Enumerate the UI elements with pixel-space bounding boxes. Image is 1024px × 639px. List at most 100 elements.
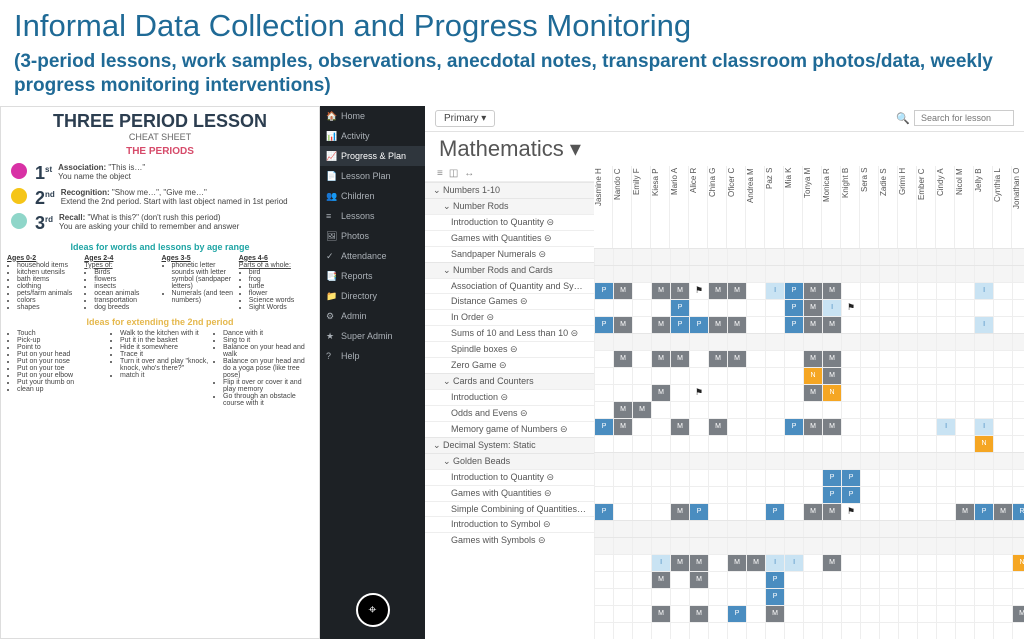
lesson-row[interactable]: Odds and Evens ⊝: [425, 405, 594, 421]
progress-cell[interactable]: [613, 606, 632, 622]
progress-cell[interactable]: M: [822, 555, 841, 571]
progress-cell[interactable]: [708, 572, 727, 588]
progress-cell[interactable]: M: [955, 504, 974, 520]
progress-cell[interactable]: [594, 300, 613, 316]
progress-cell[interactable]: [898, 606, 917, 622]
progress-cell[interactable]: M: [651, 606, 670, 622]
progress-cell[interactable]: [784, 606, 803, 622]
progress-cell[interactable]: [746, 470, 765, 486]
progress-cell[interactable]: [841, 623, 860, 639]
student-header[interactable]: Kiesa P: [651, 166, 670, 248]
progress-cell[interactable]: [974, 470, 993, 486]
sidebar-item-home[interactable]: 🏠 Home: [320, 106, 425, 126]
progress-cell[interactable]: [898, 504, 917, 520]
progress-cell[interactable]: M: [803, 419, 822, 435]
progress-cell[interactable]: [917, 504, 936, 520]
progress-cell[interactable]: [784, 470, 803, 486]
progress-cell[interactable]: P: [841, 470, 860, 486]
progress-cell[interactable]: [898, 589, 917, 605]
progress-cell[interactable]: [898, 436, 917, 452]
progress-cell[interactable]: [917, 555, 936, 571]
progress-cell[interactable]: [708, 555, 727, 571]
progress-cell[interactable]: [917, 317, 936, 333]
progress-cell[interactable]: [613, 436, 632, 452]
student-header[interactable]: Grimi H: [898, 166, 917, 248]
progress-cell[interactable]: [841, 504, 860, 520]
student-header[interactable]: Paz S: [765, 166, 784, 248]
section-row[interactable]: ⌄ Numbers 1-10: [425, 182, 594, 198]
section-row[interactable]: ⌄ Decimal System: Static: [425, 437, 594, 453]
progress-cell[interactable]: [955, 572, 974, 588]
progress-cell[interactable]: [708, 589, 727, 605]
progress-cell[interactable]: P: [784, 283, 803, 299]
progress-cell[interactable]: I: [765, 283, 784, 299]
progress-cell[interactable]: [784, 436, 803, 452]
progress-cell[interactable]: [841, 368, 860, 384]
progress-cell[interactable]: [651, 470, 670, 486]
progress-cell[interactable]: [594, 555, 613, 571]
progress-cell[interactable]: [860, 572, 879, 588]
progress-cell[interactable]: [993, 606, 1012, 622]
progress-cell[interactable]: [803, 606, 822, 622]
progress-cell[interactable]: N: [803, 368, 822, 384]
progress-cell[interactable]: [689, 623, 708, 639]
student-header[interactable]: Jonathan O: [1012, 166, 1024, 248]
student-header[interactable]: Nando C: [613, 166, 632, 248]
progress-cell[interactable]: [594, 589, 613, 605]
progress-cell[interactable]: [594, 385, 613, 401]
sidebar-item-admin[interactable]: ⚙ Admin: [320, 306, 425, 326]
sidebar-item-reports[interactable]: 📑 Reports: [320, 266, 425, 286]
student-header[interactable]: China G: [708, 166, 727, 248]
progress-cell[interactable]: [670, 589, 689, 605]
lesson-row[interactable]: Introduction to Symbol ⊝: [425, 516, 594, 532]
progress-cell[interactable]: M: [727, 555, 746, 571]
progress-cell[interactable]: [1012, 351, 1024, 367]
progress-cell[interactable]: [1012, 589, 1024, 605]
progress-cell[interactable]: [632, 470, 651, 486]
progress-cell[interactable]: [708, 402, 727, 418]
progress-cell[interactable]: [594, 368, 613, 384]
lesson-row[interactable]: Zero Game ⊝: [425, 357, 594, 373]
sidebar-item-attendance[interactable]: ✓ Attendance: [320, 246, 425, 266]
progress-cell[interactable]: [689, 300, 708, 316]
lesson-row[interactable]: Sums of 10 and Less than 10 ⊝: [425, 325, 594, 341]
student-header[interactable]: Monica R: [822, 166, 841, 248]
progress-cell[interactable]: [708, 368, 727, 384]
progress-cell[interactable]: [841, 419, 860, 435]
progress-cell[interactable]: [632, 283, 651, 299]
progress-cell[interactable]: [879, 470, 898, 486]
progress-cell[interactable]: [860, 419, 879, 435]
progress-cell[interactable]: [993, 589, 1012, 605]
progress-cell[interactable]: [613, 589, 632, 605]
progress-cell[interactable]: [689, 402, 708, 418]
progress-cell[interactable]: [708, 504, 727, 520]
progress-cell[interactable]: [898, 572, 917, 588]
progress-cell[interactable]: [917, 572, 936, 588]
progress-cell[interactable]: [898, 623, 917, 639]
progress-cell[interactable]: [784, 487, 803, 503]
progress-cell[interactable]: P: [689, 504, 708, 520]
progress-cell[interactable]: [746, 283, 765, 299]
progress-cell[interactable]: [917, 419, 936, 435]
progress-cell[interactable]: P: [670, 317, 689, 333]
progress-cell[interactable]: [860, 487, 879, 503]
progress-cell[interactable]: [689, 589, 708, 605]
progress-cell[interactable]: [936, 504, 955, 520]
progress-cell[interactable]: [841, 351, 860, 367]
progress-cell[interactable]: [841, 436, 860, 452]
progress-cell[interactable]: P: [594, 317, 613, 333]
progress-cell[interactable]: [860, 589, 879, 605]
progress-cell[interactable]: [822, 589, 841, 605]
progress-cell[interactable]: I: [974, 283, 993, 299]
lesson-row[interactable]: Distance Games ⊝: [425, 293, 594, 309]
progress-cell[interactable]: [917, 487, 936, 503]
student-header[interactable]: Alice R: [689, 166, 708, 248]
progress-cell[interactable]: [765, 623, 784, 639]
progress-cell[interactable]: [784, 402, 803, 418]
progress-cell[interactable]: M: [689, 555, 708, 571]
progress-cell[interactable]: [803, 487, 822, 503]
progress-cell[interactable]: M: [670, 419, 689, 435]
student-header[interactable]: Emily F: [632, 166, 651, 248]
progress-cell[interactable]: [613, 572, 632, 588]
section-row[interactable]: ⌄ Number Rods and Cards: [425, 262, 594, 278]
